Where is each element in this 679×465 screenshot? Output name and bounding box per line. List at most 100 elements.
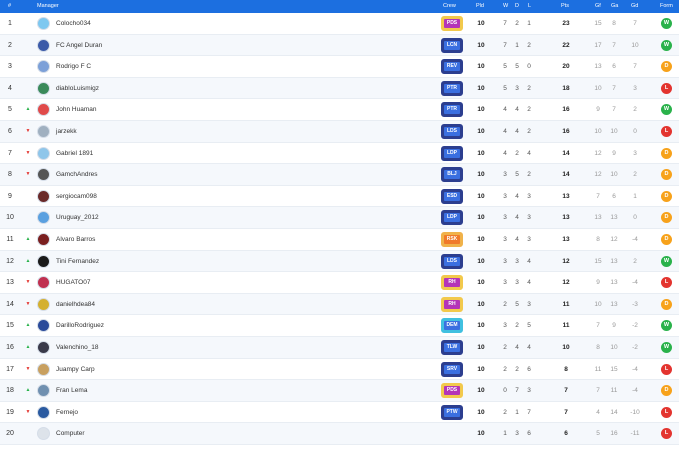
position: 18 <box>6 387 14 395</box>
avatar <box>37 340 50 354</box>
table-row[interactable]: 16 ▲ Valenchino_18 TLW 10 2 4 4 10 8 10 … <box>0 336 679 359</box>
crew-badge[interactable]: RSK <box>441 231 463 247</box>
manager-name[interactable]: Tini Fernandez <box>56 251 256 272</box>
trend-arrow-icon <box>25 186 31 207</box>
table-row[interactable]: 6 ▼ jarzekk LDS 10 4 4 2 16 10 10 0 L <box>0 120 679 143</box>
table-row[interactable]: 9 sergiocam098 ESD 10 3 4 3 13 7 6 1 D <box>0 186 679 208</box>
position: 8 <box>8 171 12 179</box>
trend-arrow-icon: ▼ <box>25 300 31 307</box>
table-row[interactable]: 12 ▲ Tini Fernandez LDS 10 3 3 4 12 15 1… <box>0 250 679 273</box>
points: 12 <box>562 279 570 287</box>
manager-name[interactable]: DarilloRodriguez <box>56 315 256 336</box>
table-row[interactable]: 11 ▲ Alvaro Barros RSK 10 3 4 3 13 8 12 … <box>0 229 679 251</box>
trend-arrow-icon: ▲ <box>25 235 31 242</box>
manager-name[interactable]: Valenchino_18 <box>56 337 256 358</box>
crew-badge[interactable]: PDS <box>441 16 463 31</box>
crew-badge[interactable]: RH <box>441 275 463 291</box>
crew-badge[interactable]: PDS <box>441 383 463 399</box>
manager-name[interactable]: Fran Lema <box>56 380 256 401</box>
table-row[interactable]: 20 Computer 10 1 3 6 6 5 16 -11 L <box>0 423 679 445</box>
goals-against: 10 <box>610 343 618 351</box>
crew-badge[interactable]: PTR <box>441 102 463 118</box>
form-badge: W <box>661 104 672 116</box>
played: 10 <box>477 84 485 92</box>
goals-for: 7 <box>596 322 600 330</box>
crew-badge[interactable]: LDS <box>441 123 463 139</box>
table-row[interactable]: 5 ▲ John Huaman PTR 10 4 4 2 16 9 7 2 W <box>0 99 679 121</box>
form-badge: D <box>661 61 672 73</box>
crew-badge[interactable]: PTW <box>441 404 463 420</box>
crew-badge[interactable]: PTR <box>441 80 463 96</box>
goals-against: 10 <box>610 171 618 179</box>
avatar <box>37 189 50 203</box>
played: 10 <box>477 106 485 114</box>
points: 12 <box>562 257 570 265</box>
avatar <box>37 254 50 268</box>
losses: 6 <box>527 365 531 373</box>
losses: 3 <box>527 387 531 395</box>
table-row[interactable]: 8 ▼ GamchAndres BLJ 10 3 5 2 14 12 10 2 … <box>0 164 679 186</box>
manager-name[interactable]: GamchAndres <box>56 164 256 185</box>
crew-badge[interactable]: LDS <box>441 253 463 269</box>
manager-name[interactable]: Colocho034 <box>56 13 256 34</box>
goals-for: 10 <box>594 300 602 308</box>
manager-name[interactable]: Computer <box>56 423 256 444</box>
crew-badge[interactable]: LDP <box>441 210 463 226</box>
manager-name[interactable]: jarzekk <box>56 121 256 142</box>
table-row[interactable]: 19 ▼ Fernejo PTW 10 2 1 7 7 4 14 -10 L <box>0 402 679 424</box>
goals-for: 12 <box>594 149 602 157</box>
avatar <box>37 81 50 95</box>
played: 10 <box>477 192 485 200</box>
crew-badge[interactable]: TLW <box>441 339 463 355</box>
played: 10 <box>477 257 485 265</box>
goals-for: 9 <box>596 106 600 114</box>
goals-against: 11 <box>610 387 618 395</box>
manager-name[interactable]: Uruguay_2012 <box>56 207 256 228</box>
avatar <box>37 232 50 246</box>
goals-for: 7 <box>596 387 600 395</box>
manager-name[interactable]: diabloLuismigz <box>56 78 256 99</box>
manager-name[interactable]: FC Angel Duran <box>56 35 256 56</box>
table-row[interactable]: 10 Uruguay_2012 LDP 10 3 4 3 13 13 13 0 … <box>0 207 679 229</box>
table-row[interactable]: 13 ▼ HUGATO07 RH 10 3 3 4 12 9 13 -4 L <box>0 272 679 294</box>
table-row[interactable]: 7 ▼ Gabriel 1891 LDP 10 4 2 4 14 12 9 3 … <box>0 143 679 165</box>
table-row[interactable]: 3 Rodrigo F C REV 10 5 5 0 20 13 6 7 D <box>0 56 679 78</box>
crew-badge[interactable]: LCN <box>441 37 463 53</box>
manager-name[interactable]: Gabriel 1891 <box>56 143 256 164</box>
manager-name[interactable]: danielhdea84 <box>56 294 256 315</box>
avatar <box>37 405 50 419</box>
manager-name[interactable]: Fernejo <box>56 402 256 423</box>
manager-name[interactable]: Alvaro Barros <box>56 229 256 250</box>
table-row[interactable]: 15 ▲ DarilloRodriguez DEM 10 3 2 5 11 7 … <box>0 315 679 337</box>
crew-label: BLJ <box>444 170 460 180</box>
manager-name[interactable]: Juampy Carp <box>56 359 256 380</box>
played: 10 <box>477 127 485 135</box>
manager-name[interactable]: HUGATO07 <box>56 272 256 293</box>
crew-badge[interactable]: SRV <box>441 361 463 377</box>
goals-for: 15 <box>594 257 602 265</box>
points: 13 <box>562 235 570 243</box>
table-row[interactable]: 2 FC Angel Duran LCN 10 7 1 2 22 17 7 10… <box>0 34 679 57</box>
crew-badge[interactable]: REV <box>441 59 463 75</box>
manager-name[interactable]: John Huaman <box>56 99 256 120</box>
crew-badge[interactable]: DEM <box>441 318 463 334</box>
crew-badge[interactable]: LDP <box>441 145 463 161</box>
crew-badge[interactable]: ESD <box>441 188 463 204</box>
goals-against: 7 <box>612 84 616 92</box>
goals-against: 9 <box>612 322 616 330</box>
table-row[interactable]: 14 ▼ danielhdea84 RH 10 2 5 3 11 10 13 -… <box>0 293 679 316</box>
table-row[interactable]: 4 diabloLuismigz PTR 10 5 3 2 18 10 7 3 … <box>0 77 679 100</box>
crew-label: ESD <box>444 191 460 201</box>
manager-name[interactable]: Rodrigo F C <box>56 56 256 77</box>
manager-name[interactable]: sergiocam098 <box>56 186 256 207</box>
table-row[interactable]: 17 ▼ Juampy Carp SRV 10 2 2 6 8 11 15 -4… <box>0 359 679 381</box>
goal-difference: 2 <box>633 257 637 265</box>
goals-for: 17 <box>594 41 602 49</box>
crew-badge[interactable]: BLJ <box>441 167 463 183</box>
table-row[interactable]: 1 Colocho034 PDS 10 7 2 1 23 15 8 7 W <box>0 13 679 35</box>
form-badge: D <box>661 190 672 202</box>
losses: 3 <box>527 235 531 243</box>
table-row[interactable]: 18 ▲ Fran Lema PDS 10 0 7 3 7 7 11 -4 D <box>0 380 679 402</box>
goal-difference: 7 <box>633 20 637 27</box>
crew-badge[interactable]: RH <box>441 296 463 312</box>
